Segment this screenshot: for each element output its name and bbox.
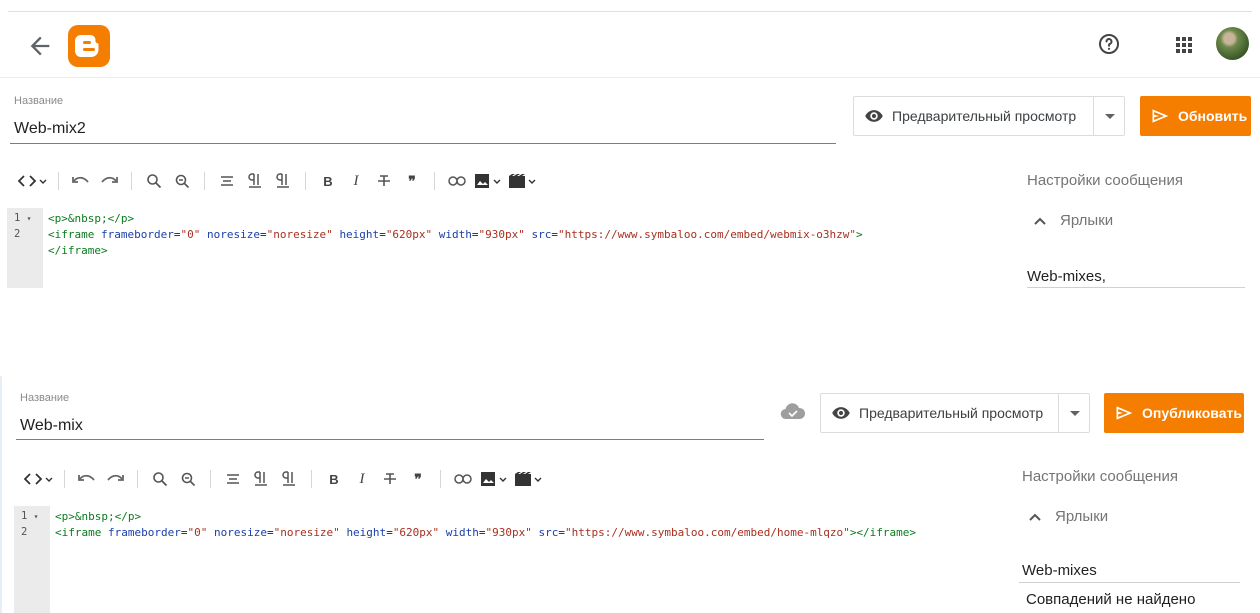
no-match-message: Совпадений не найдено [1026, 591, 1196, 608]
help-circle-icon[interactable] [1097, 32, 1121, 56]
link-icon[interactable] [449, 467, 477, 491]
chevron-up-icon [1034, 217, 1046, 225]
update-button[interactable]: Обновить [1140, 96, 1251, 136]
avatar[interactable] [1216, 27, 1249, 60]
back-button[interactable] [26, 32, 54, 60]
code-line: <iframe frameborder="0" noresize="noresi… [48, 228, 863, 241]
eye-icon [865, 110, 883, 122]
title-label: Название [14, 95, 64, 107]
quote-icon[interactable]: ❞ [398, 169, 426, 193]
line-gutter [14, 506, 50, 613]
toolbar-divider [434, 172, 435, 190]
chevron-up-icon [1029, 513, 1041, 521]
title-underline [10, 143, 836, 144]
toolbar-divider [440, 470, 441, 488]
post-settings-title: Настройки сообщения [1022, 468, 1178, 485]
code-line: <iframe frameborder="0" noresize="noresi… [55, 526, 917, 539]
video-icon[interactable] [505, 169, 539, 193]
code-editor[interactable]: 1 ▾ 2 <p>&nbsp;</p> <iframe frameborder=… [7, 208, 1007, 288]
title-label: Название [20, 392, 70, 404]
send-icon [1116, 406, 1133, 420]
code-line: <p>&nbsp;</p> [55, 510, 142, 523]
title-underline [16, 439, 764, 440]
toolbar-divider [311, 470, 312, 488]
post-settings-title: Настройки сообщения [1027, 172, 1183, 189]
video-icon[interactable] [511, 467, 545, 491]
link-icon[interactable] [443, 169, 471, 193]
search-icon[interactable] [140, 169, 168, 193]
strikethrough-icon[interactable] [376, 467, 404, 491]
preview-button[interactable]: Предварительный просмотр [853, 96, 1125, 136]
toolbar-divider [137, 470, 138, 488]
code-view-icon[interactable] [16, 169, 50, 193]
line-number: 2 [21, 526, 28, 538]
code-line: <p>&nbsp;</p> [48, 212, 135, 225]
paragraph-rtl-icon[interactable] [269, 169, 297, 193]
replace-icon[interactable] [174, 467, 202, 491]
preview-divider [1093, 97, 1094, 135]
strikethrough-icon[interactable] [370, 169, 398, 193]
line-number: 2 [14, 228, 21, 240]
redo-icon[interactable] [95, 169, 123, 193]
labels-underline [1019, 582, 1240, 583]
toolbar-divider [131, 172, 132, 190]
editor-toolbar: B I ❞ [22, 464, 545, 494]
chevron-down-icon[interactable] [1105, 114, 1115, 119]
app-header [0, 12, 1260, 78]
toolbar-divider [58, 172, 59, 190]
code-view-icon[interactable] [22, 467, 56, 491]
align-icon[interactable] [213, 169, 241, 193]
preview-button[interactable]: Предварительный просмотр [820, 393, 1090, 433]
publish-label: Опубликовать [1142, 405, 1242, 421]
title-input[interactable]: Web-mix2 [14, 120, 86, 138]
cloud-saved-icon [780, 402, 806, 422]
preview-label: Предварительный просмотр [859, 405, 1044, 421]
arrow-left-icon [30, 36, 50, 56]
preview-label: Предварительный просмотр [892, 108, 1077, 124]
toolbar-divider [305, 172, 306, 190]
quote-icon[interactable]: ❞ [404, 467, 432, 491]
redo-icon[interactable] [101, 467, 129, 491]
eye-icon [832, 407, 850, 419]
toolbar-divider [64, 470, 65, 488]
line-number: 1 ▾ [14, 212, 32, 224]
toolbar-divider [210, 470, 211, 488]
labels-title: Ярлыки [1060, 212, 1114, 229]
bold-icon[interactable]: B [314, 169, 342, 193]
update-label: Обновить [1178, 108, 1248, 124]
labels-input[interactable]: Web-mixes, [1027, 268, 1106, 285]
image-icon[interactable] [477, 467, 511, 491]
paragraph-ltr-icon[interactable] [247, 467, 275, 491]
preview-divider [1058, 394, 1059, 432]
post-editor-2: Название Web-mix Предварительный просмот… [0, 376, 1260, 613]
undo-icon[interactable] [67, 169, 95, 193]
title-input[interactable]: Web-mix [20, 417, 83, 435]
labels-toggle[interactable]: Ярлыки [1029, 508, 1108, 525]
send-icon [1152, 109, 1169, 123]
undo-icon[interactable] [73, 467, 101, 491]
paragraph-rtl-icon[interactable] [275, 467, 303, 491]
paragraph-ltr-icon[interactable] [241, 169, 269, 193]
editor-toolbar: B I ❞ [16, 166, 539, 196]
blogger-logo-icon[interactable] [68, 25, 110, 67]
align-icon[interactable] [219, 467, 247, 491]
bold-icon[interactable]: B [320, 467, 348, 491]
chevron-down-icon[interactable] [1070, 411, 1080, 416]
labels-underline [1027, 287, 1245, 288]
labels-toggle[interactable]: Ярлыки [1034, 212, 1113, 229]
line-number: 1 ▾ [21, 510, 39, 522]
toolbar-divider [204, 172, 205, 190]
search-icon[interactable] [146, 467, 174, 491]
italic-icon[interactable]: I [348, 467, 376, 491]
image-icon[interactable] [471, 169, 505, 193]
replace-icon[interactable] [168, 169, 196, 193]
apps-grid-icon[interactable] [1173, 34, 1195, 56]
labels-title: Ярлыки [1055, 508, 1109, 525]
code-editor[interactable]: 1 ▾ 2 <p>&nbsp;</p> <iframe frameborder=… [14, 506, 1014, 613]
publish-button[interactable]: Опубликовать [1104, 393, 1244, 433]
labels-input[interactable]: Web-mixes [1022, 562, 1097, 579]
post-editor-1: Название Web-mix2 Предварительный просмо… [0, 80, 1260, 370]
code-line: </iframe> [48, 244, 108, 257]
italic-icon[interactable]: I [342, 169, 370, 193]
